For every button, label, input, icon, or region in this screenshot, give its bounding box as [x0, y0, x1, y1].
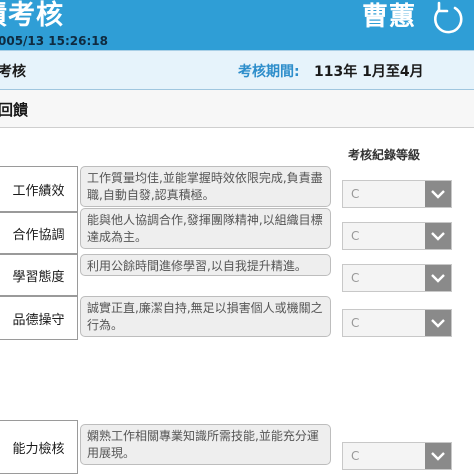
evaluation-row-cooperation: 合作協調 能與他人協調合作,發揮團隊精神,以組織目標達成為主。 C — [0, 208, 474, 254]
grade-column-header: 考核紀錄等級 — [348, 148, 421, 162]
row-description: 誠實正直,廉潔自持,無足以損害個人或機關之行為。 — [80, 296, 331, 337]
feedback-section-header: 回饋 — [0, 90, 474, 128]
row-description: 工作質量均佳,並能掌握時效依限完成,負責盡職,自動自發,認真積極。 — [80, 166, 331, 207]
refresh-button[interactable] — [428, 0, 468, 40]
timestamp: 005/13 15:26:18 — [0, 34, 109, 48]
chevron-down-icon[interactable] — [425, 265, 451, 291]
grade-select[interactable]: C — [342, 264, 452, 292]
evaluation-row-integrity: 品德操守 誠實正直,廉潔自持,無足以損害個人或機關之行為。 C — [0, 296, 474, 340]
evaluation-row-work-performance: 工作績效 工作質量均佳,並能掌握時效依限完成,負責盡職,自動自發,認真積極。 C — [0, 166, 474, 212]
chevron-down-icon[interactable] — [425, 181, 451, 207]
row-label: 工作績效 — [0, 166, 78, 212]
grade-value: C — [351, 449, 360, 463]
grade-select[interactable]: C — [342, 309, 452, 337]
grade-value: C — [351, 229, 360, 243]
period-value: 113年 1月至4月 — [314, 64, 424, 80]
period-bar: 考核 考核期間: 113年 1月至4月 — [0, 50, 474, 90]
grade-value: C — [351, 187, 360, 201]
app-header: 績考核 005/13 15:26:18 曹蕙 — [0, 0, 474, 50]
row-label: 品德操守 — [0, 296, 78, 340]
row-label: 能力檢核 — [0, 420, 78, 474]
grade-select[interactable]: C — [342, 442, 452, 470]
feedback-heading: 回饋 — [0, 101, 29, 119]
grade-value: C — [351, 316, 360, 330]
evaluation-row-learning-attitude: 學習態度 利用公餘時間進修學習,以自我提升精進。 C — [0, 254, 474, 296]
evaluation-row-competency: 能力檢核 嫻熟工作相關專業知識所需技能,並能充分運用展現。 C — [0, 420, 474, 474]
grade-select[interactable]: C — [342, 180, 452, 208]
grade-value: C — [351, 271, 360, 285]
user-name: 曹蕙 — [362, 2, 417, 32]
chevron-down-icon[interactable] — [425, 310, 451, 336]
grade-select[interactable]: C — [342, 222, 452, 250]
section-label: 考核 — [0, 64, 26, 80]
period-label: 考核期間: — [238, 64, 300, 80]
row-description: 嫻熟工作相關專業知識所需技能,並能充分運用展現。 — [80, 424, 331, 465]
row-description: 能與他人協調合作,發揮團隊精神,以組織目標達成為主。 — [80, 208, 331, 249]
row-label: 合作協調 — [0, 212, 78, 254]
row-label: 學習態度 — [0, 254, 78, 296]
refresh-icon — [434, 1, 463, 34]
chevron-down-icon[interactable] — [425, 223, 451, 249]
page-title: 績考核 — [0, 0, 64, 31]
row-description: 利用公餘時間進修學習,以自我提升精進。 — [80, 254, 331, 276]
chevron-down-icon[interactable] — [425, 443, 451, 469]
